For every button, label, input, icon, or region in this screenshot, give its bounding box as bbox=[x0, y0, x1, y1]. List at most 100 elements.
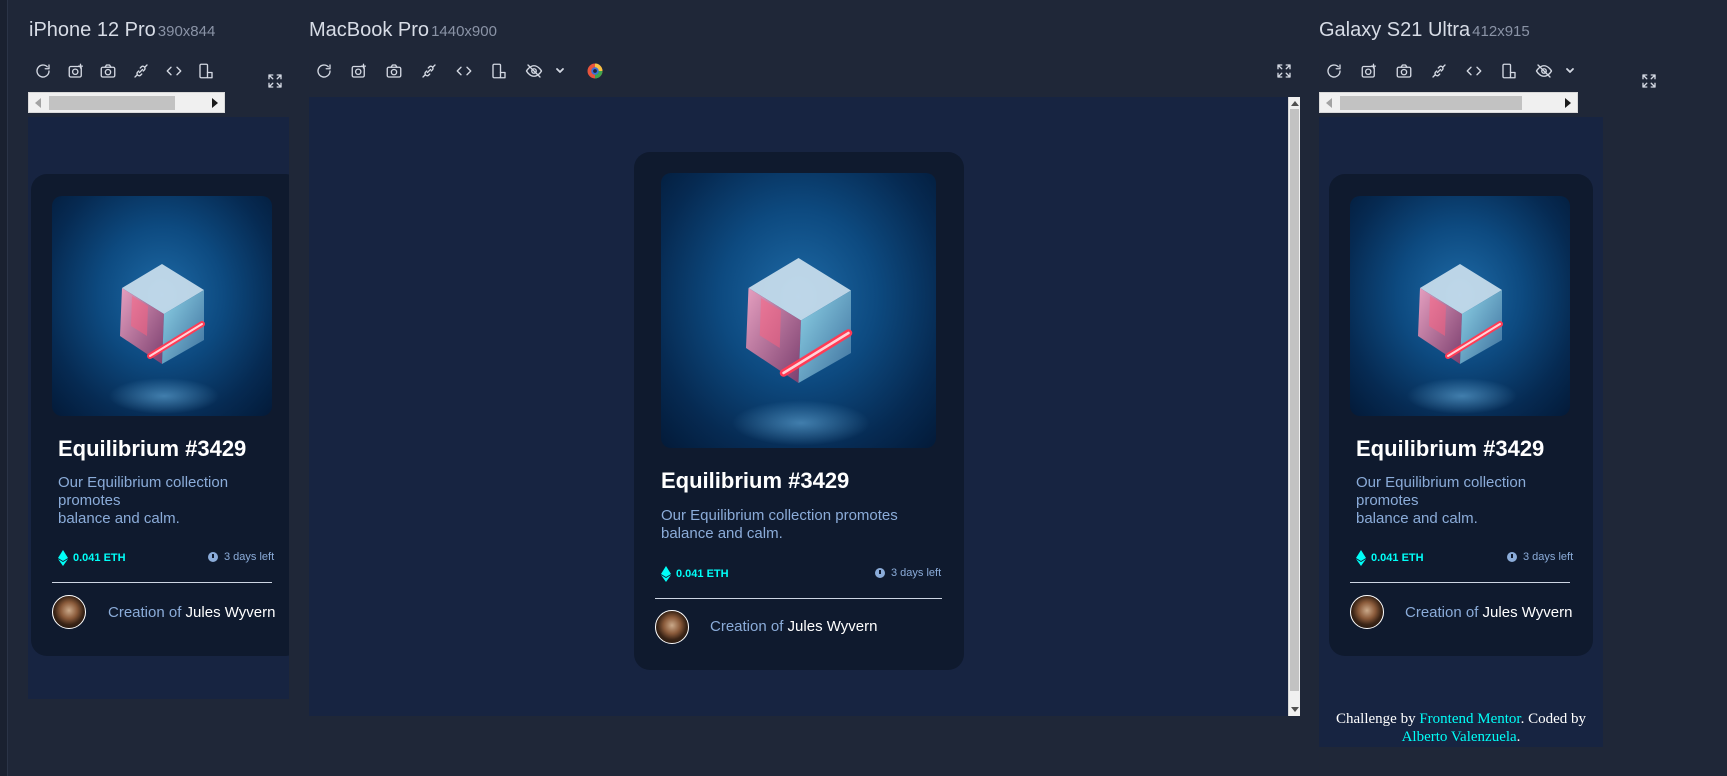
equilibrium-image[interactable] bbox=[661, 173, 936, 448]
refresh-icon[interactable] bbox=[31, 58, 55, 84]
equilibrium-image[interactable] bbox=[52, 196, 272, 416]
fullscreen-icon[interactable] bbox=[1273, 60, 1295, 82]
avatar bbox=[655, 610, 689, 644]
price: 0.041 ETH bbox=[1356, 550, 1424, 566]
nft-card: Equilibrium #3429 Our Equilibrium collec… bbox=[634, 152, 964, 670]
clock-icon bbox=[1507, 552, 1517, 562]
creator-line: Creation of Jules Wyvern bbox=[108, 604, 275, 621]
device-title: iPhone 12 Pro 390x844 bbox=[29, 19, 215, 42]
clock-icon bbox=[875, 568, 885, 578]
hide-icon[interactable] bbox=[1531, 58, 1557, 84]
card-title: Equilibrium #3429 bbox=[661, 468, 850, 493]
price-value: 0.041 ETH bbox=[73, 552, 126, 564]
scrollbar-thumb[interactable] bbox=[1290, 109, 1299, 691]
creator-line: Creation of Jules Wyvern bbox=[710, 618, 877, 635]
rotate-device-icon[interactable] bbox=[486, 58, 512, 84]
screenshot-viewport-icon[interactable] bbox=[346, 58, 372, 84]
time-left: 3 days left bbox=[208, 551, 274, 563]
scroll-right-arrow-icon[interactable] bbox=[212, 98, 218, 108]
author-link[interactable]: Alberto Valenzuela bbox=[1402, 729, 1517, 745]
fullscreen-icon[interactable] bbox=[1638, 70, 1660, 92]
scrollbar-thumb[interactable] bbox=[1340, 96, 1522, 110]
attribution-middle: . Coded by bbox=[1520, 711, 1586, 727]
rotate-device-icon[interactable] bbox=[194, 58, 218, 84]
scrollbar-thumb[interactable] bbox=[49, 96, 175, 110]
chevron-down-icon[interactable] bbox=[547, 58, 573, 84]
device-viewport: Equilibrium #3429 Our Equilibrium collec… bbox=[309, 97, 1288, 716]
device-toolbar bbox=[31, 58, 227, 84]
ethereum-icon bbox=[58, 550, 68, 566]
creator-name[interactable]: Jules Wyvern bbox=[788, 618, 878, 635]
chevron-down-icon[interactable] bbox=[1557, 58, 1583, 84]
device-size: 412x915 bbox=[1472, 23, 1530, 40]
device-size: 390x844 bbox=[157, 23, 216, 40]
description-line: Our Equilibrium collection bbox=[1356, 474, 1527, 491]
vertical-scrollbar[interactable] bbox=[1288, 97, 1300, 716]
time-left-value: 3 days left bbox=[1523, 551, 1574, 563]
code-icon[interactable] bbox=[162, 58, 186, 84]
horizontal-scrollbar[interactable] bbox=[28, 92, 225, 113]
card-title: Equilibrium #3429 bbox=[58, 436, 247, 461]
description-line: Our Equilibrium collection bbox=[58, 474, 229, 491]
creation-prefix: Creation of bbox=[1405, 604, 1479, 621]
ethereum-icon bbox=[661, 566, 671, 582]
creator-line: Creation of Jules Wyvern bbox=[1405, 604, 1572, 621]
creation-prefix: Creation of bbox=[108, 604, 182, 621]
code-icon[interactable] bbox=[451, 58, 477, 84]
description-line: promotes bbox=[1356, 492, 1419, 509]
camera-icon[interactable] bbox=[96, 58, 120, 84]
horizontal-scrollbar[interactable] bbox=[1319, 92, 1578, 113]
cube-graphic bbox=[1407, 264, 1517, 414]
scroll-left-arrow-icon[interactable] bbox=[1326, 98, 1332, 108]
link-icon[interactable] bbox=[1426, 58, 1452, 84]
nft-card: Equilibrium #3429 Our Equilibrium collec… bbox=[31, 174, 289, 656]
card-description: Our Equilibrium collection promotes bala… bbox=[661, 507, 898, 542]
creation-prefix: Creation of bbox=[710, 618, 784, 635]
color-picker-icon[interactable] bbox=[582, 58, 608, 84]
device-name: MacBook Pro bbox=[309, 19, 430, 41]
camera-icon[interactable] bbox=[1391, 58, 1417, 84]
scroll-down-arrow-icon[interactable] bbox=[1291, 707, 1299, 712]
link-icon[interactable] bbox=[416, 58, 442, 84]
left-edge bbox=[0, 0, 8, 776]
equilibrium-image[interactable] bbox=[1350, 196, 1570, 416]
price: 0.041 ETH bbox=[58, 550, 126, 566]
attribution-suffix: . bbox=[1516, 729, 1521, 745]
description-line: promotes bbox=[58, 492, 121, 509]
device-viewport: Equilibrium #3429 Our Equilibrium collec… bbox=[28, 117, 289, 699]
description-line: balance and calm. bbox=[58, 510, 180, 527]
scroll-right-arrow-icon[interactable] bbox=[1565, 98, 1571, 108]
ethereum-icon bbox=[1356, 550, 1366, 566]
scroll-up-arrow-icon[interactable] bbox=[1291, 101, 1299, 106]
cube-graphic bbox=[732, 258, 870, 446]
description-line: balance and calm. bbox=[1356, 510, 1478, 527]
creator-name[interactable]: Jules Wyvern bbox=[186, 604, 276, 621]
time-left: 3 days left bbox=[1507, 551, 1573, 563]
scroll-left-arrow-icon[interactable] bbox=[35, 98, 41, 108]
price-value: 0.041 ETH bbox=[676, 568, 729, 580]
code-icon[interactable] bbox=[1461, 58, 1487, 84]
link-icon[interactable] bbox=[129, 58, 153, 84]
hide-icon[interactable] bbox=[521, 58, 547, 84]
fullscreen-icon[interactable] bbox=[264, 70, 286, 92]
rotate-device-icon[interactable] bbox=[1496, 58, 1522, 84]
refresh-icon[interactable] bbox=[1321, 58, 1347, 84]
device-size: 1440x900 bbox=[431, 23, 497, 40]
avatar bbox=[1350, 595, 1384, 629]
device-title: Galaxy S21 Ultra 412x915 bbox=[1319, 19, 1530, 42]
screenshot-viewport-icon[interactable] bbox=[64, 58, 88, 84]
divider bbox=[1350, 582, 1570, 583]
refresh-icon[interactable] bbox=[311, 58, 337, 84]
screenshot-viewport-icon[interactable] bbox=[1356, 58, 1382, 84]
device-toolbar bbox=[1321, 58, 1592, 84]
price-value: 0.041 ETH bbox=[1371, 552, 1424, 564]
frontend-mentor-link[interactable]: Frontend Mentor bbox=[1419, 711, 1520, 727]
card-description: Our Equilibrium collection promotes bala… bbox=[1356, 474, 1556, 528]
creator-name[interactable]: Jules Wyvern bbox=[1483, 604, 1573, 621]
divider bbox=[655, 598, 942, 599]
device-name: iPhone 12 Pro bbox=[29, 19, 156, 41]
camera-icon[interactable] bbox=[381, 58, 407, 84]
avatar bbox=[52, 595, 86, 629]
clock-icon bbox=[208, 552, 218, 562]
time-left: 3 days left bbox=[875, 567, 941, 579]
